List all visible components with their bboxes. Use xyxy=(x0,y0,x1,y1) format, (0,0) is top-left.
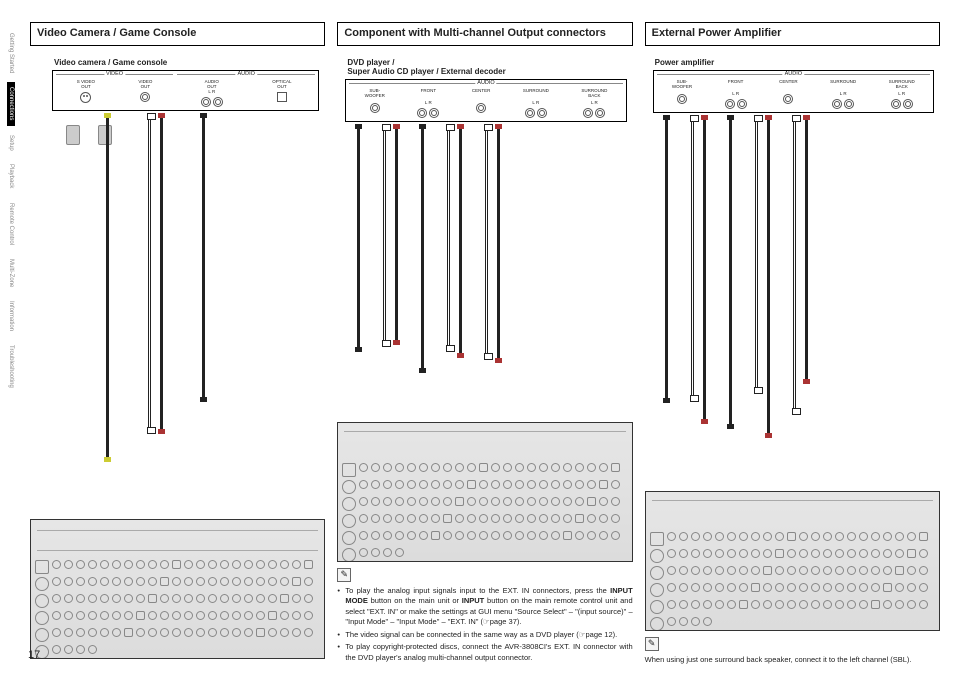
note-icon: ✎ xyxy=(337,568,351,582)
receiver-jacks xyxy=(35,560,320,652)
channel-row: SUB- WOOFER FRONTL R CENTER SURROUNDL R SURR… xyxy=(657,80,930,109)
port-optical-out: OPTICAL OUT xyxy=(272,80,291,107)
tab-troubleshooting[interactable]: Troubleshooting xyxy=(7,340,15,393)
receiver-jacks xyxy=(650,532,935,624)
note-item: The video signal can be connected in the… xyxy=(337,630,632,641)
section-video-game: Video Camera / Game Console Video camera… xyxy=(30,22,325,665)
channel-port: SURROUNDL R xyxy=(830,80,856,109)
tab-playback[interactable]: Playback xyxy=(7,159,15,193)
group-label-audio: AUDIO xyxy=(235,71,256,77)
channel-port: SUB- WOOFER xyxy=(672,80,692,109)
notes-block: ✎ To play the analog input signals input… xyxy=(337,568,632,666)
section-title: External Power Amplifier xyxy=(645,22,940,46)
group-label-video: VIDEO xyxy=(104,71,125,77)
tab-information[interactable]: Information xyxy=(7,296,15,336)
tab-getting-started[interactable]: Getting Started xyxy=(7,28,15,78)
note-icon: ✎ xyxy=(645,637,659,651)
device-connector-diagram: VIDEO S VIDEO OUT VIDEO OUT xyxy=(52,70,319,111)
channel-port: CENTER xyxy=(472,89,491,118)
notes-block: ✎ When using just one surround back spea… xyxy=(645,637,940,666)
device-label: DVD player / Super Audio CD player / Ext… xyxy=(347,58,632,76)
section-tabs-sidebar: Getting Started Connections Setup Playba… xyxy=(0,0,22,675)
note-item: To play copyright-protected discs, conne… xyxy=(337,642,632,663)
channel-row: SUB- WOOFER FRONTL R CENTER SURROUNDL R SURR… xyxy=(349,89,622,118)
connection-diagram xyxy=(30,115,325,659)
connection-diagram xyxy=(337,126,632,562)
tab-multi-zone[interactable]: Multi-Zone xyxy=(7,254,15,292)
device-label: Power amplifier xyxy=(655,58,940,67)
page-content: Video Camera / Game Console Video camera… xyxy=(22,0,954,675)
group-label-audio: AUDIO xyxy=(783,71,804,77)
channel-port: SUB- WOOFER xyxy=(365,89,385,118)
receiver-rear-panel xyxy=(30,519,325,659)
section-multichannel: Component with Multi-channel Output conn… xyxy=(337,22,632,665)
receiver-jacks xyxy=(342,463,627,555)
section-title: Video Camera / Game Console xyxy=(30,22,325,46)
port-audio-out: AUDIO OUT L R xyxy=(201,80,223,107)
channel-port: CENTER xyxy=(779,80,798,109)
note-text: When using just one surround back speake… xyxy=(645,655,940,666)
channel-port: SURROUNDL R xyxy=(523,89,549,118)
channel-port: SURROUND BACKL R xyxy=(889,80,915,109)
tab-remote-control[interactable]: Remote Control xyxy=(7,198,15,250)
tab-setup[interactable]: Setup xyxy=(7,130,15,156)
channel-port: FRONTL R xyxy=(725,80,747,109)
device-label: Video camera / Game console xyxy=(54,58,325,67)
channel-port: FRONTL R xyxy=(417,89,439,118)
section-power-amp: External Power Amplifier Power amplifier… xyxy=(645,22,940,665)
manual-page: Getting Started Connections Setup Playba… xyxy=(0,0,954,675)
page-number: 17 xyxy=(28,649,40,661)
port-svideo-out: S VIDEO OUT xyxy=(77,80,95,103)
channel-port: SURROUND BACKL R xyxy=(581,89,607,118)
group-label-audio: AUDIO xyxy=(475,80,496,86)
receiver-rear-panel xyxy=(337,422,632,562)
receiver-rear-panel xyxy=(645,491,940,631)
note-item: To play the analog input signals input t… xyxy=(337,586,632,628)
device-connector-diagram: AUDIO SUB- WOOFER FRONTL R CENTER SURROUNDL… xyxy=(345,79,626,122)
device-connector-diagram: AUDIO SUB- WOOFER FRONTL R CENTER SURROUNDL… xyxy=(653,70,934,113)
connection-diagram xyxy=(645,117,940,631)
tab-connections[interactable]: Connections xyxy=(7,82,15,125)
section-title: Component with Multi-channel Output conn… xyxy=(337,22,632,46)
port-video-out: VIDEO OUT xyxy=(138,80,152,103)
